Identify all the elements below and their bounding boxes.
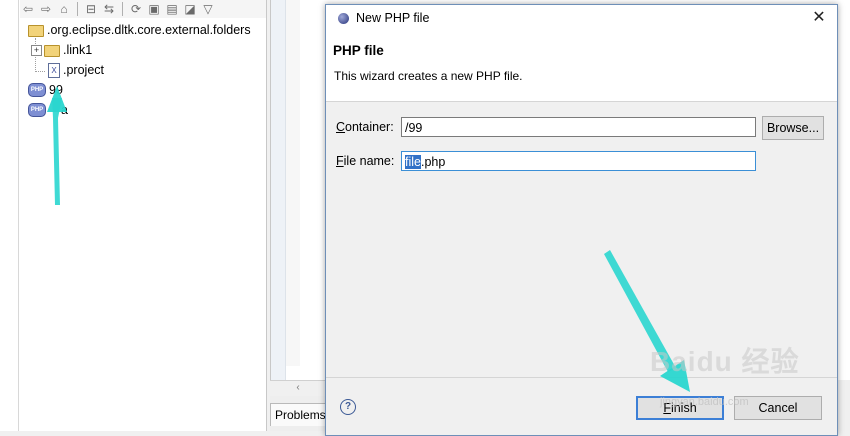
tree-guide xyxy=(35,71,45,72)
toolbar-separator xyxy=(122,2,123,16)
tree-item-label: .org.eclipse.dltk.core.external.folders xyxy=(47,23,251,37)
up-icon[interactable]: ⌂ xyxy=(56,1,72,17)
save-icon[interactable]: ◪ xyxy=(182,1,198,17)
editor-horizontal-scrollbar[interactable]: ‹ xyxy=(270,380,326,395)
explorer-toolbar: ⇦ ⇨ ⌂ ⊟ ⇆ ⟳ ▣ ▤ ◪ ▽ xyxy=(20,0,266,18)
wizard-page-description: This wizard creates a new PHP file. xyxy=(334,69,523,83)
filename-label: File name: xyxy=(336,154,395,168)
wizard-banner: PHP file This wizard creates a new PHP f… xyxy=(326,33,837,102)
explorer-divider xyxy=(18,0,19,431)
editor-ruler xyxy=(271,0,286,380)
eclipse-icon xyxy=(338,13,349,24)
tree-item-label: 99 xyxy=(49,83,63,97)
filename-selection: file xyxy=(405,155,421,169)
link-with-editor-icon[interactable]: ⇆ xyxy=(101,1,117,17)
expand-icon[interactable]: + xyxy=(31,44,42,56)
new-file-icon[interactable]: ▤ xyxy=(164,1,180,17)
php-project-icon: PHP xyxy=(28,83,46,97)
container-field[interactable]: /99 xyxy=(401,117,756,137)
tree-item-external-folders[interactable]: .org.eclipse.dltk.core.external.folders xyxy=(28,21,251,39)
back-icon[interactable]: ⇦ xyxy=(20,1,36,17)
baidu-watermark: Baidu 经验 xyxy=(650,346,800,377)
tree-item-label: .link1 xyxy=(63,43,93,57)
tree-item-project-a[interactable]: PHP a xyxy=(28,101,68,119)
dialog-titlebar: New PHP file ✕ xyxy=(326,5,837,33)
filename-extension: .php xyxy=(420,155,446,169)
view-menu-icon[interactable]: ▽ xyxy=(200,1,216,17)
editor-gutter xyxy=(286,0,300,366)
new-folder-icon[interactable]: ▣ xyxy=(146,1,162,17)
linked-folder-icon xyxy=(44,45,60,57)
project-file-icon: X xyxy=(48,62,60,78)
project-explorer: ⇦ ⇨ ⌂ ⊟ ⇆ ⟳ ▣ ▤ ◪ ▽ .org.eclipse.dltk.co… xyxy=(0,0,267,431)
tree-item-project-99[interactable]: PHP 99 xyxy=(28,81,63,99)
filename-field[interactable]: file.php xyxy=(401,151,756,171)
forward-icon[interactable]: ⇨ xyxy=(38,1,54,17)
help-icon[interactable]: ? xyxy=(340,399,356,415)
php-project-icon: PHP xyxy=(28,103,46,117)
browse-button[interactable]: Browse... xyxy=(762,116,824,140)
tree-item-project-file[interactable]: X .project xyxy=(48,61,104,79)
refresh-icon[interactable]: ⟳ xyxy=(128,1,144,17)
close-icon[interactable]: ✕ xyxy=(809,8,829,28)
wizard-page-title: PHP file xyxy=(333,43,384,58)
collapse-all-icon[interactable]: ⊟ xyxy=(83,1,99,17)
dialog-title: New PHP file xyxy=(356,11,430,25)
folder-open-icon xyxy=(28,25,44,37)
tree-item-label: a xyxy=(61,103,68,117)
baidu-watermark-url: jingyan.baidu.com xyxy=(660,396,749,408)
container-label: Container: xyxy=(336,120,394,134)
tree-item-label: .project xyxy=(63,63,104,77)
toolbar-separator xyxy=(77,2,78,16)
tree-item-link1[interactable]: + .link1 xyxy=(31,41,92,59)
